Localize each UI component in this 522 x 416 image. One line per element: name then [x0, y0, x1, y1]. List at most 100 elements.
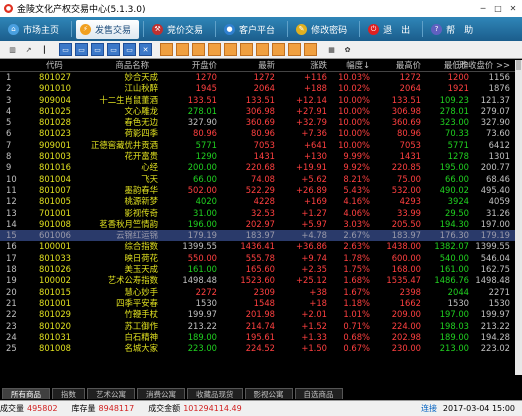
- col-percent-header[interactable]: 幅度↓: [346, 60, 370, 71]
- cell-percent: 9.99%: [343, 151, 370, 162]
- cell-low: 2044: [447, 286, 469, 297]
- nav-user-button[interactable]: ● 客户平台: [220, 20, 283, 39]
- cell-code: 801025: [39, 105, 71, 116]
- table-row[interactable]: 13 701001 影视传奇 31.00 32.53 +1.27 4.06% 33.99 29.…: [0, 208, 515, 219]
- tab-0[interactable]: 所有商品: [2, 388, 50, 399]
- tab-5[interactable]: 影视公寓: [244, 388, 293, 399]
- maximize-button[interactable]: □: [491, 2, 505, 14]
- table-row[interactable]: 23 801020 苏工御作 213.22 214.74 +1.52 0.71% 224.00…: [0, 321, 515, 332]
- cell-code: 100001: [39, 241, 71, 252]
- f10-icon[interactable]: [304, 43, 317, 56]
- nav-lightning-button[interactable]: ⚡ 发售交易: [76, 19, 140, 39]
- table-row[interactable]: 9 801016 心经 200.00 220.68 +19.91 9.92% 220.85 19…: [0, 162, 515, 173]
- close-button[interactable]: ✕: [506, 2, 520, 14]
- tab-3[interactable]: 消费公寓: [137, 388, 185, 399]
- table-row[interactable]: 19 100002 艺术公寿指数 1498.48 1523.60 +25.12 1.68% 1…: [0, 275, 515, 286]
- table-row[interactable]: 10 801004 飞天 66.00 74.08 +5.62 8.21% 75.00 66.00…: [0, 174, 515, 185]
- tab-1[interactable]: 指数: [52, 388, 85, 399]
- table-row[interactable]: 22 801029 竹鞭手杖 199.97 201.98 +2.01 1.01% 209.00…: [0, 309, 515, 320]
- table-row[interactable]: 17 801033 映日荷花 550.00 555.78 +9.74 1.78% 600.00…: [0, 253, 515, 264]
- cell-high: 133.51: [391, 94, 421, 105]
- nav-gavel-button[interactable]: ⚒ 竞价交易: [148, 20, 211, 39]
- table-row[interactable]: 25 801008 名城大家 223.00 224.52 +1.50 0.67% 230.00…: [0, 343, 515, 354]
- window-icon[interactable]: ▭: [59, 43, 72, 56]
- cell-prev-close: 200.77: [480, 162, 510, 173]
- table-row[interactable]: 3 909004 十二生肖鼠董酒 133.51 133.51 +12.14 10.00% 13…: [0, 95, 515, 106]
- cell-name: 美玉天成: [124, 264, 159, 275]
- f7-icon[interactable]: [256, 43, 269, 56]
- cell-open: 1399.55: [182, 241, 217, 252]
- window-icon[interactable]: ▭: [75, 43, 88, 56]
- cell-low: 1921: [447, 83, 469, 94]
- table-row[interactable]: 21 801001 四季平安春 1530 1548 +18 1.18% 1662 1530 153…: [0, 298, 515, 309]
- table-row[interactable]: 16 100001 综合指数 1399.55 1436.41 +36.86 2.63% 143…: [0, 241, 515, 252]
- window-icon[interactable]: ▭: [91, 43, 104, 56]
- cell-name: 春色无边: [124, 117, 159, 128]
- col-last-header[interactable]: 最新: [258, 60, 275, 71]
- row-index: 18: [6, 264, 17, 275]
- cell-open: 213.22: [187, 320, 217, 331]
- tab-6[interactable]: 自选商品: [294, 388, 343, 399]
- nav-key-button[interactable]: ✎ 修改密码: [292, 20, 355, 39]
- gavel-icon: ⚒: [152, 23, 164, 35]
- f9-icon[interactable]: [288, 43, 301, 56]
- col-prev-close-header[interactable]: 昨收盘价 >>: [460, 60, 510, 71]
- f6-icon[interactable]: [240, 43, 253, 56]
- cell-percent: 10.00%: [338, 117, 370, 128]
- calc-icon[interactable]: ▦: [325, 43, 338, 56]
- cell-open: 4020: [195, 196, 217, 207]
- f5-icon[interactable]: [224, 43, 237, 56]
- cell-change: +27.91: [296, 105, 327, 116]
- row-index: 15: [6, 230, 17, 241]
- table-row[interactable]: 1 801027 妙合天成 1270 1272 +116 10.03% 1272 1200 115…: [0, 72, 515, 83]
- window-icon[interactable]: ▭: [123, 43, 136, 56]
- f1-icon[interactable]: [160, 43, 173, 56]
- f2-icon[interactable]: [176, 43, 189, 56]
- cell-prev-close: 179.19: [480, 230, 510, 241]
- col-change-header[interactable]: 涨跌: [310, 60, 327, 71]
- table-row[interactable]: 15 601006 云锦红运锦 179.19 183.97 +4.78 2.67% 183.9…: [0, 230, 515, 242]
- table-row[interactable]: 2 901010 江山秋醉 1945 2064 +188 10.02% 2064 1921 187…: [0, 83, 515, 94]
- table-row[interactable]: 12 801005 桃源新梦 4020 4228 +169 4.16% 4293 3924 405…: [0, 196, 515, 207]
- cell-high: 360.69: [391, 117, 421, 128]
- col-name-header[interactable]: 商品名称: [116, 60, 150, 71]
- bar-chart-icon[interactable]: ▥: [6, 43, 19, 56]
- f8-icon[interactable]: [272, 43, 285, 56]
- nav-help-button[interactable]: ? 帮 助: [427, 20, 481, 39]
- line-chart-icon[interactable]: ↗: [22, 43, 35, 56]
- table-row[interactable]: 5 801028 春色无边 327.90 360.69 +32.79 10.00% 360.6…: [0, 117, 515, 128]
- table-row[interactable]: 18 801026 美玉天成 161.00 165.60 +2.35 1.75% 168.00…: [0, 264, 515, 275]
- gear-icon[interactable]: ✿: [341, 43, 354, 56]
- nav-power-button[interactable]: ⏻ 退 出: [364, 20, 418, 39]
- cell-change: +5.97: [301, 218, 327, 229]
- table-row[interactable]: 14 901008 茗香秋月竺情韵 196.00 202.97 +5.97 3.03% 205…: [0, 219, 515, 230]
- col-open-header[interactable]: 开盘价: [192, 60, 217, 71]
- col-high-header[interactable]: 最高价: [396, 60, 421, 71]
- tab-2[interactable]: 艺术公寓: [87, 388, 135, 399]
- table-row[interactable]: 6 801023 荷影四季 80.96 80.96 +7.36 10.00% 80.96 70.…: [0, 128, 515, 139]
- cell-change: +169: [303, 196, 327, 207]
- table-row[interactable]: 8 801003 花开富贵 1290 1431 +130 9.99% 1431 1278 1301: [0, 151, 515, 162]
- table-row[interactable]: 24 801031 白石精神 189.00 195.61 +1.33 0.68% 202.98…: [0, 332, 515, 343]
- close-icon[interactable]: ✕: [139, 43, 152, 56]
- cell-code: 801004: [39, 173, 71, 184]
- f4-icon[interactable]: [208, 43, 221, 56]
- tab-4[interactable]: 收藏品现货: [187, 388, 243, 399]
- table-row[interactable]: 11 801007 墨韵春华 502.00 522.29 +26.89 5.43% 532.0…: [0, 185, 515, 196]
- candle-icon[interactable]: ┃: [38, 43, 51, 56]
- cell-name: 荷影四季: [124, 128, 159, 139]
- table-row[interactable]: 4 801025 文心雕龙 278.01 306.98 +27.91 10.00% 306.9…: [0, 106, 515, 117]
- f3-icon[interactable]: [192, 43, 205, 56]
- window-icon[interactable]: ▭: [107, 43, 120, 56]
- table-row[interactable]: 20 801015 慧心妙手 2272 2309 +38 1.67% 2398 2044 2271: [0, 287, 515, 298]
- vertical-scrollbar[interactable]: [515, 60, 522, 375]
- col-code-header[interactable]: 代码: [46, 60, 63, 71]
- cell-name: 桃源新梦: [124, 196, 159, 207]
- nav-home-button[interactable]: ⌂ 市场主页: [4, 20, 67, 39]
- scroll-thumb[interactable]: [516, 60, 521, 70]
- minimize-button[interactable]: ─: [476, 2, 490, 14]
- window-title: 金陵文化产权交易中心(5.1.3.0): [17, 5, 146, 15]
- table-row[interactable]: 7 909001 正德窖藏优井贡酒 5771 7053 +641 10.00% 7053 577…: [0, 140, 515, 151]
- cell-last: 32.53: [251, 207, 275, 218]
- cell-prev-close: 4059: [488, 196, 510, 207]
